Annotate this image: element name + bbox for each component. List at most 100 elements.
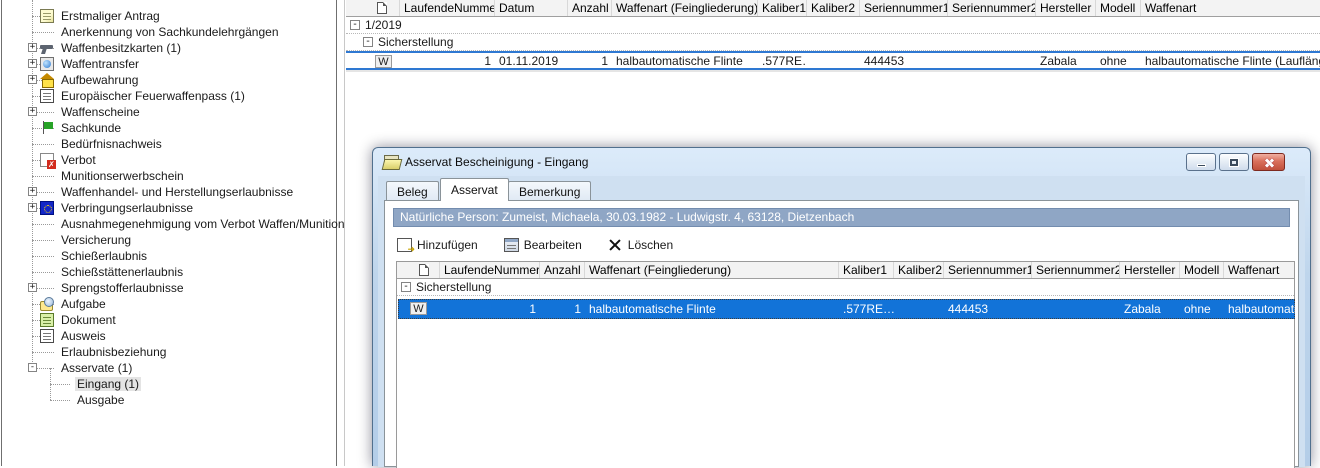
tree-item-label[interactable]: Aufbewahrung [59,73,140,87]
column-header[interactable]: Modell [1180,262,1224,278]
add-button[interactable]: Hinzufügen [393,234,482,256]
expand-icon[interactable]: + [28,43,37,52]
column-header[interactable]: Kaliber2 [807,0,860,16]
tree-item-label[interactable]: Schießerlaubnis [59,249,149,263]
tree-item-label[interactable]: Munitionserwerbschein [59,169,186,183]
asservat-row[interactable]: W 1 01.11.2019 1 halbautomatische Flinte… [346,51,1320,70]
tree-item-feuerwaffenpass[interactable]: Europäischer Feuerwaffenpass (1) [2,88,332,104]
collapse-icon[interactable]: - [350,20,360,30]
column-header[interactable]: Anzahl [568,0,612,16]
tree-item-aufbewahrung[interactable]: + Aufbewahrung [2,72,332,88]
maximize-button[interactable] [1219,153,1249,171]
tree-item-dokument[interactable]: Dokument [2,312,332,328]
tree-item-verbot[interactable]: Verbot [2,152,332,168]
splitter[interactable] [344,0,345,466]
column-header[interactable]: Waffenart [1224,262,1294,278]
tree-item-ausgabe[interactable]: Ausgabe [2,392,332,408]
doc-column-header[interactable] [397,262,440,278]
tree-item-label[interactable]: Waffenhandel- und Herstellungserlaubniss… [59,185,295,199]
edit-button[interactable]: Bearbeiten [500,234,586,256]
tree-item-sprengstofferlaubnisse[interactable]: + Sprengstofferlaubnisse [2,280,332,296]
column-header[interactable]: Anzahl [540,262,585,278]
column-header[interactable]: Kaliber1 [758,0,807,16]
expand-icon[interactable]: + [28,107,37,116]
expand-icon[interactable]: + [28,75,37,84]
tree-item-label-selected[interactable]: Eingang (1) [75,377,141,391]
expand-icon[interactable]: + [28,203,37,212]
tree-item-erstmaliger-antrag[interactable]: Erstmaliger Antrag [2,8,332,24]
tree-item-label[interactable]: Versicherung [59,233,133,247]
tree-item-schiesserlaubnis[interactable]: Schießerlaubnis [2,248,332,264]
column-header[interactable]: Seriennummer1 [944,262,1032,278]
tree-item-aufgabe[interactable]: Aufgabe [2,296,332,312]
delete-button[interactable]: Löschen [604,234,677,256]
column-header[interactable]: Hersteller [1120,262,1180,278]
tree-item-schiessstaettenerlaubnis[interactable]: Schießstättenerlaubnis [2,264,332,280]
tree-item-label[interactable]: Asservate (1) [59,361,134,375]
tree-item-label[interactable]: Schießstättenerlaubnis [59,265,185,279]
tree-item-label[interactable]: Erstmaliger Antrag [59,9,162,23]
tree-item-label[interactable]: Waffentransfer [59,57,141,71]
tree-item-label[interactable]: Bedürfnisnachweis [59,137,164,151]
tree-item-label[interactable]: Europäischer Feuerwaffenpass (1) [59,89,247,103]
close-button[interactable] [1252,153,1285,171]
tree-item-label[interactable]: Erlaubnisbeziehung [59,345,168,359]
column-header[interactable]: Kaliber2 [894,262,944,278]
tree-item-label[interactable]: Sprengstofferlaubnisse [59,281,186,295]
tree-item-asservate[interactable]: - Asservate (1) [2,360,332,376]
column-header[interactable]: Seriennummer1 [860,0,948,16]
tree-item-label[interactable]: Dokument [59,313,118,327]
column-header[interactable]: Waffenart [1141,0,1320,16]
group-row-sicherstellung[interactable]: - Sicherstellung [397,279,1294,296]
tree-item-waffenbesitzkarten[interactable]: + Waffenbesitzkarten (1) [2,40,332,56]
tree-item-ausnahmegenehmigung[interactable]: Ausnahmegenehmigung vom Verbot Waffen/Mu… [2,216,332,232]
group-row-sicherstellung[interactable]: - Sicherstellung [346,34,1320,51]
tree-item-verbringungserlaubnisse[interactable]: + Verbringungserlaubnisse [2,200,332,216]
tree-item-waffentransfer[interactable]: + Waffentransfer [2,56,332,72]
tree-item-label[interactable]: Aufgabe [59,297,108,311]
tree-item-erlaubnisbeziehung[interactable]: Erlaubnisbeziehung [2,344,332,360]
column-header[interactable]: LaufendeNummer [400,0,495,16]
collapse-icon[interactable]: - [401,282,411,292]
tree-item-anerkennung[interactable]: Anerkennung von Sachkundelehrgängen [2,24,332,40]
column-header[interactable]: Seriennummer2 [948,0,1036,16]
tree-item-sachkunde[interactable]: Sachkunde [2,120,332,136]
minimize-button[interactable] [1186,153,1216,171]
tree-item-label[interactable]: Anerkennung von Sachkundelehrgängen [59,25,281,39]
expand-icon[interactable]: + [28,283,37,292]
column-header[interactable]: Kaliber1 [839,262,894,278]
tab-bemerkung[interactable]: Bemerkung [508,181,591,201]
column-header[interactable]: Waffenart (Feingliederung) [585,262,839,278]
tree-item-versicherung[interactable]: Versicherung [2,232,332,248]
column-header[interactable]: LaufendeNummer [440,262,540,278]
tree-item-label[interactable]: Ausweis [59,329,108,343]
collapse-icon[interactable]: - [28,363,37,372]
column-header[interactable]: Waffenart (Feingliederung) [612,0,758,16]
expand-icon[interactable]: + [28,59,37,68]
tab-beleg[interactable]: Beleg [386,181,439,201]
tree-item-label[interactable]: Verbot [59,153,98,167]
tree-item-label[interactable]: Sachkunde [59,121,123,135]
column-header[interactable]: Datum [495,0,568,16]
tree-item-munitionserwerbschein[interactable]: Munitionserwerbschein [2,168,332,184]
tree-item-label[interactable]: Waffenscheine [59,105,142,119]
tree-item-ausweis[interactable]: Ausweis [2,328,332,344]
tab-asservat[interactable]: Asservat [440,178,509,201]
doc-column-header[interactable] [346,0,400,16]
column-header[interactable]: Seriennummer2 [1032,262,1120,278]
tree-item-waffenscheine[interactable]: + Waffenscheine [2,104,332,120]
tree-item-label[interactable]: Verbringungserlaubnisse [59,201,195,215]
expand-icon[interactable]: + [28,187,37,196]
tree-item-eingang[interactable]: Eingang (1) [2,376,332,392]
column-header[interactable]: Modell [1096,0,1141,16]
column-header[interactable]: Hersteller [1036,0,1096,16]
tree-item-label[interactable]: Ausnahmegenehmigung vom Verbot Waffen/Mu… [59,217,347,231]
group-row-year[interactable]: - 1/2019 [346,17,1320,34]
tree-item-label[interactable]: Waffenbesitzkarten (1) [59,41,183,55]
tree-item-beduerfnisnachweis[interactable]: Bedürfnisnachweis [2,136,332,152]
tree-item-label[interactable]: Ausgabe [75,393,126,407]
tree-item-waffenhandel[interactable]: + Waffenhandel- und Herstellungserlaubni… [2,184,332,200]
selected-asservat-row[interactable]: W 1 1 halbautomatische Flinte .577RE… 44… [398,299,1295,319]
collapse-icon[interactable]: - [363,37,373,47]
dialog-titlebar[interactable]: Asservat Bescheinigung - Eingang [383,154,1083,172]
